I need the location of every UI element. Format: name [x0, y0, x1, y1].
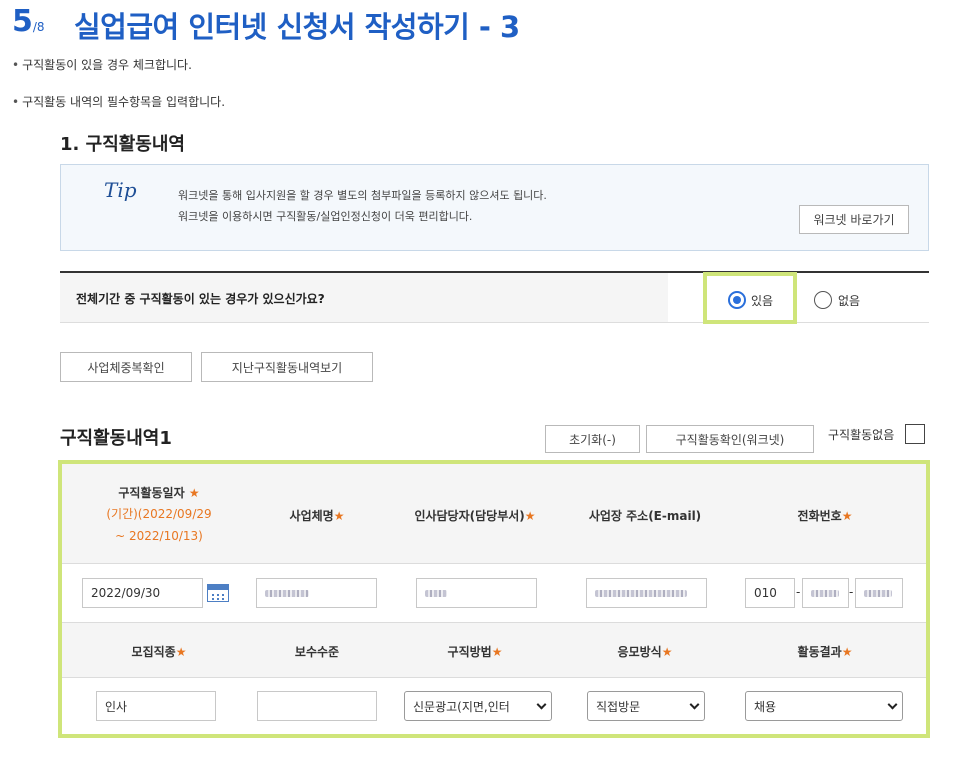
worknet-shortcut-button[interactable]: 워크넷 바로가기: [799, 205, 909, 234]
radio-no-label[interactable]: 없음: [838, 292, 860, 309]
reset-button[interactable]: 초기화(-): [545, 425, 640, 453]
instruction-bullet-2: 구직활동 내역의 필수항목을 입력합니다.: [12, 93, 225, 110]
section-title: 1. 구직활동내역: [60, 134, 185, 155]
duplicate-company-check-button[interactable]: 사업체중복확인: [60, 352, 192, 382]
tip-line-2: 워크넷을 이용하시면 구직활동/실업인정신청이 더욱 편리합니다.: [178, 210, 473, 223]
step-indicator: 5/8: [12, 4, 45, 39]
highlight-frame-radio: [703, 272, 797, 324]
activity-confirm-worknet-button[interactable]: 구직활동확인(워크넷): [646, 425, 814, 453]
activity-title: 구직활동내역1: [60, 428, 172, 449]
no-activity-label: 구직활동없음: [828, 428, 895, 442]
step-total: /8: [32, 20, 45, 34]
instruction-bullet-1: 구직활동이 있을 경우 체크합니다.: [12, 56, 192, 73]
radio-no[interactable]: [814, 291, 832, 309]
past-activity-history-button[interactable]: 지난구직활동내역보기: [201, 352, 373, 382]
page-title: 실업급여 인터넷 신청서 작성하기 - 3: [74, 10, 520, 44]
step-current: 5: [12, 4, 33, 39]
highlight-frame-table: [58, 460, 930, 738]
radio-yes-label[interactable]: 있음: [751, 292, 773, 309]
no-activity-checkbox[interactable]: [905, 424, 925, 444]
question-text: 전체기간 중 구직활동이 있는 경우가 있으신가요?: [76, 292, 325, 306]
tip-logo: Tip: [104, 178, 137, 202]
tip-line-1: 워크넷을 통해 입사지원을 할 경우 별도의 첨부파일을 등록하지 않으셔도 됩…: [178, 189, 547, 202]
question-bottom-border: [60, 322, 929, 323]
radio-yes[interactable]: [728, 291, 746, 309]
